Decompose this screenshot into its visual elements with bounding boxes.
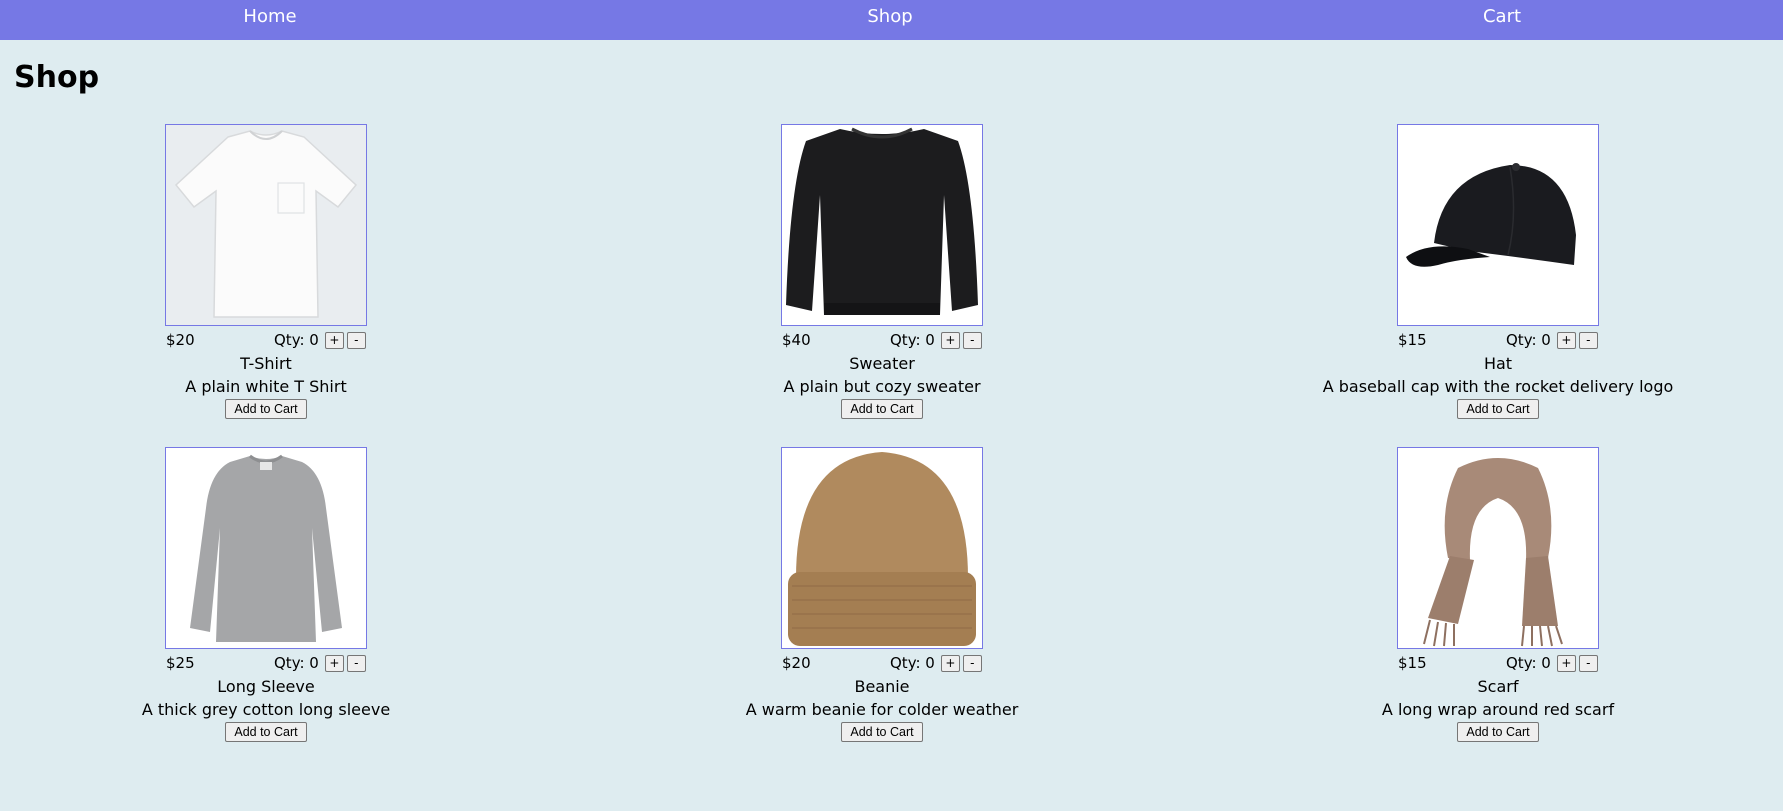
increment-button[interactable]: + (940, 331, 960, 349)
decrement-button[interactable]: - (1578, 331, 1598, 349)
add-to-cart-button[interactable]: Add to Cart (841, 722, 923, 742)
sweater-image (782, 125, 982, 325)
quantity-label: Qty: 0 (1506, 331, 1551, 349)
increment-button[interactable]: + (1556, 654, 1576, 672)
decrement-button[interactable]: - (346, 331, 366, 349)
increment-button[interactable]: + (324, 654, 344, 672)
product-price: $15 (1398, 654, 1427, 672)
increment-button[interactable]: + (1556, 331, 1576, 349)
quantity-stepper: Qty: 0 + - (890, 330, 982, 350)
product-image (1397, 447, 1599, 649)
quantity-stepper: Qty: 0 + - (1506, 330, 1598, 350)
scarf-image (1398, 448, 1598, 648)
beanie-image (782, 448, 982, 648)
decrement-button[interactable]: - (346, 654, 366, 672)
product-name: Scarf (1477, 677, 1519, 696)
product-image (781, 124, 983, 326)
tshirt-image (166, 125, 366, 325)
decrement-button[interactable]: - (962, 654, 982, 672)
add-to-cart-button[interactable]: Add to Cart (1457, 722, 1539, 742)
page-title: Shop (14, 60, 100, 95)
add-to-cart-button[interactable]: Add to Cart (225, 722, 307, 742)
product-description: A plain but cozy sweater (783, 377, 981, 396)
product-image (165, 124, 367, 326)
quantity-label: Qty: 0 (1506, 654, 1551, 672)
cap-image (1398, 125, 1598, 325)
product-name: Sweater (849, 354, 915, 373)
increment-button[interactable]: + (940, 654, 960, 672)
long-sleeve-image (166, 448, 366, 648)
quantity-stepper: Qty: 0 + - (1506, 653, 1598, 673)
quantity-label: Qty: 0 (274, 331, 319, 349)
product-price: $40 (782, 331, 811, 349)
add-to-cart-button[interactable]: Add to Cart (1457, 399, 1539, 419)
increment-button[interactable]: + (324, 331, 344, 349)
nav-cart-link[interactable]: Cart (1402, 0, 1602, 34)
quantity-label: Qty: 0 (274, 654, 319, 672)
product-name: Long Sleeve (217, 677, 315, 696)
product-name: Hat (1483, 354, 1513, 373)
quantity-stepper: Qty: 0 + - (274, 330, 366, 350)
product-image (781, 447, 983, 649)
decrement-button[interactable]: - (1578, 654, 1598, 672)
product-price: $15 (1398, 331, 1427, 349)
product-description: A plain white T Shirt (185, 377, 347, 396)
top-nav-bar: Home Shop Cart (0, 0, 1783, 40)
product-description: A thick grey cotton long sleeve (141, 700, 391, 719)
decrement-button[interactable]: - (962, 331, 982, 349)
add-to-cart-button[interactable]: Add to Cart (225, 399, 307, 419)
product-price: $20 (782, 654, 811, 672)
quantity-label: Qty: 0 (890, 654, 935, 672)
product-image (1397, 124, 1599, 326)
product-price: $20 (166, 331, 195, 349)
product-name: T-Shirt (240, 354, 292, 373)
product-description: A long wrap around red scarf (1381, 700, 1615, 719)
product-image (165, 447, 367, 649)
product-price: $25 (166, 654, 195, 672)
nav-shop-link[interactable]: Shop (790, 0, 990, 34)
quantity-stepper: Qty: 0 + - (274, 653, 366, 673)
quantity-label: Qty: 0 (890, 331, 935, 349)
quantity-stepper: Qty: 0 + - (890, 653, 982, 673)
add-to-cart-button[interactable]: Add to Cart (841, 399, 923, 419)
product-name: Beanie (854, 677, 910, 696)
product-description: A warm beanie for colder weather (745, 700, 1019, 719)
nav-home-link[interactable]: Home (170, 0, 370, 34)
product-description: A baseball cap with the rocket delivery … (1322, 377, 1674, 396)
